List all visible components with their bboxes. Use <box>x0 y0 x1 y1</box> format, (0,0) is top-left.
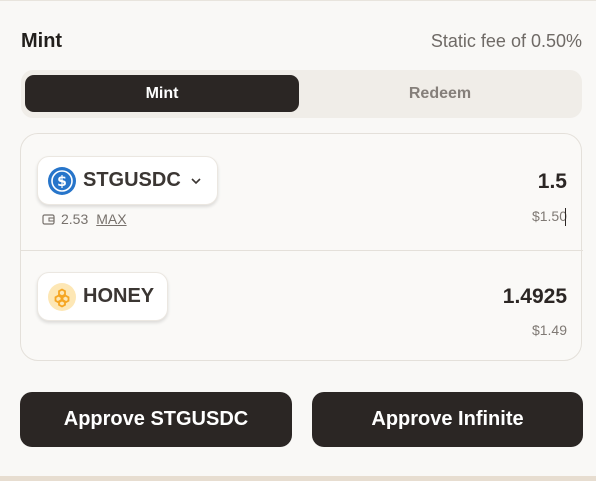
input-token-selector[interactable]: $ STGUSDC <box>37 156 218 205</box>
page-title: Mint <box>21 30 63 52</box>
input-token-symbol: STGUSDC <box>83 169 181 191</box>
output-usd-value: $1.49 <box>531 322 567 338</box>
input-amount[interactable]: 1.5 <box>538 170 567 194</box>
swap-divider <box>21 250 583 251</box>
approve-infinite-button[interactable]: Approve Infinite <box>312 392 583 447</box>
fee-text: Static fee of 0.50% <box>430 31 582 51</box>
svg-text:$: $ <box>57 174 67 190</box>
tab-redeem[interactable]: Redeem <box>303 75 577 112</box>
input-balance: 2.53 <box>61 211 89 227</box>
mode-tabs: Mint Redeem <box>21 70 582 118</box>
input-usd-value: $1.50 <box>531 208 567 224</box>
bottom-divider <box>0 476 596 481</box>
input-balance-row: 2.53 MAX <box>42 211 127 227</box>
output-token-symbol: HONEY <box>83 285 155 307</box>
tab-mint[interactable]: Mint <box>25 75 299 112</box>
max-button[interactable]: MAX <box>96 211 126 227</box>
honey-icon <box>48 282 76 311</box>
usdc-icon: $ <box>48 166 76 195</box>
approve-token-button[interactable]: Approve STGUSDC <box>20 392 292 447</box>
text-cursor <box>565 208 566 226</box>
output-token-selector[interactable]: HONEY <box>37 272 168 321</box>
output-amount: 1.4925 <box>502 285 567 308</box>
chevron-down-icon <box>191 177 201 184</box>
wallet-icon <box>42 214 55 225</box>
